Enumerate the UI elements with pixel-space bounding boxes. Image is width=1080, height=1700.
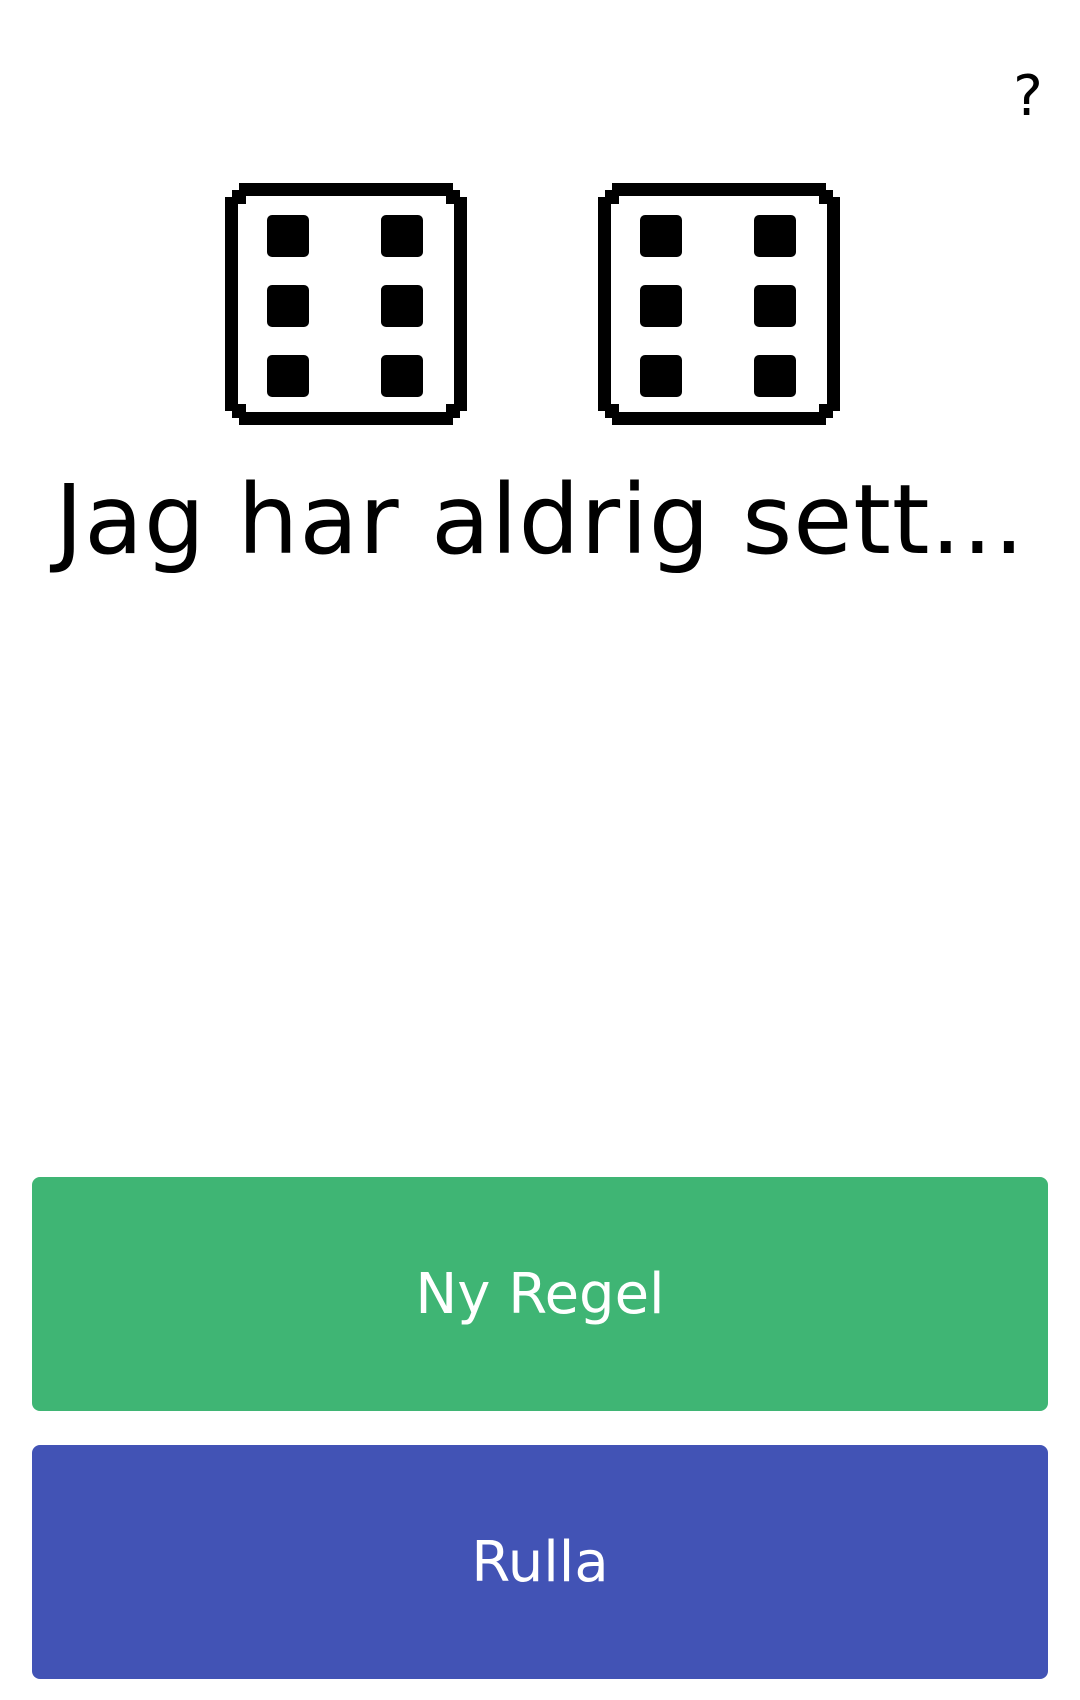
new-rule-button[interactable]: Ny Regel [32, 1177, 1048, 1411]
dice-row [0, 183, 1080, 425]
die-1[interactable] [225, 183, 467, 425]
die-six-icon [225, 183, 467, 425]
die-2[interactable] [598, 183, 840, 425]
help-button[interactable]: ? [1003, 62, 1053, 132]
roll-button-label: Rulla [471, 1529, 609, 1595]
app-screen: ? Jag har aldrig sett... Ny Regel Rulla [0, 0, 1080, 1700]
new-rule-button-label: Ny Regel [415, 1261, 665, 1327]
rule-text: Jag har aldrig sett... [54, 464, 1026, 576]
die-six-icon [598, 183, 840, 425]
roll-button[interactable]: Rulla [32, 1445, 1048, 1679]
